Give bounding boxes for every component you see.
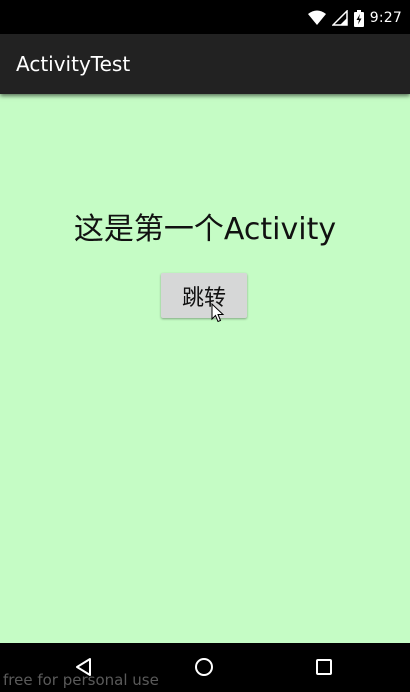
battery-charging-icon [353,9,364,27]
device-screen: 9:27 ActivityTest 这是第一个Activity 跳转 free … [0,0,410,692]
recents-icon[interactable] [312,655,336,679]
jump-button[interactable]: 跳转 [161,273,247,318]
status-time: 9:27 [369,10,402,26]
status-icons: 9:27 [307,8,402,28]
app-title: ActivityTest [16,52,131,76]
mouse-cursor-icon [211,302,225,328]
wifi-icon [307,10,326,26]
activity-headline: 这是第一个Activity [73,212,337,247]
activity-content: 这是第一个Activity 跳转 [0,94,410,643]
app-bar: ActivityTest [0,34,410,94]
watermark-text: free for personal use [3,671,159,689]
signal-icon [331,10,348,26]
home-icon[interactable] [192,655,216,679]
status-bar: 9:27 [0,0,410,34]
navigation-bar: free for personal use [0,643,410,692]
